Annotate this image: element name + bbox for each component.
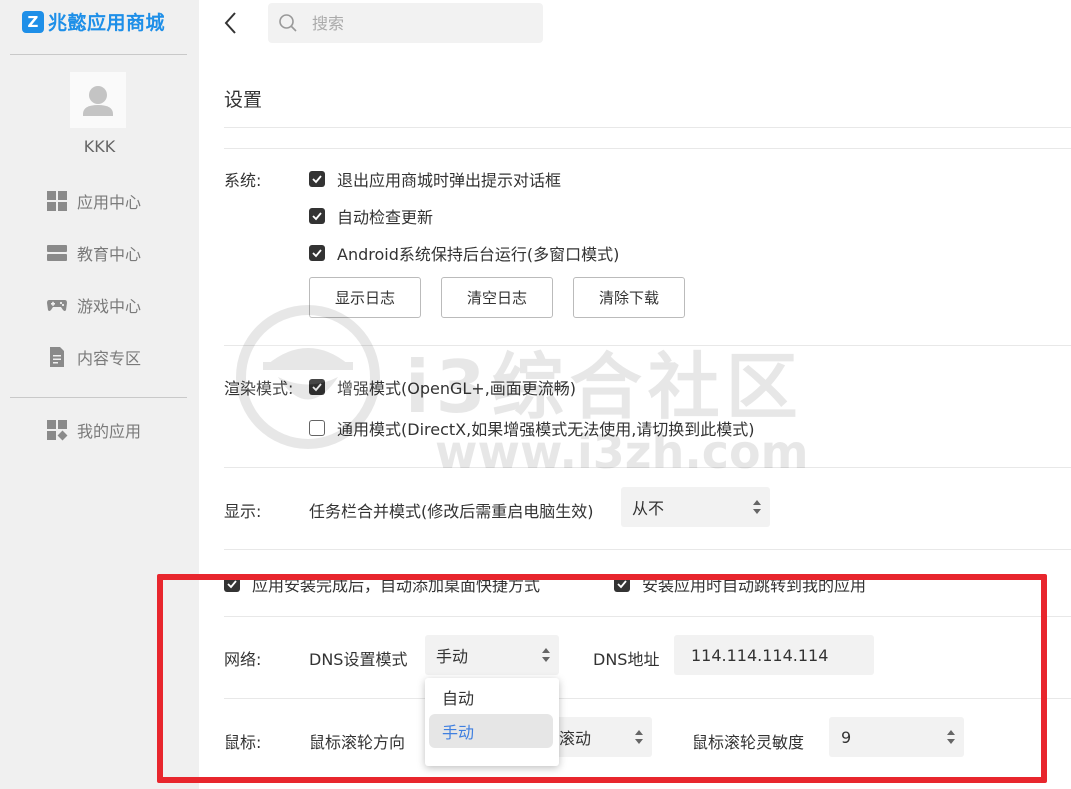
app-title: 兆懿应用商城 xyxy=(48,12,166,34)
sidebar-divider xyxy=(10,54,187,55)
network-label: 网络: xyxy=(224,650,262,669)
desktop-shortcut-checkbox[interactable]: 应用安装完成后，自动添加桌面快捷方式 xyxy=(224,572,540,596)
checkbox-checked-icon xyxy=(309,208,325,224)
search-icon xyxy=(279,14,297,32)
grid-icon xyxy=(46,190,68,212)
mouse-label: 鼠标: xyxy=(224,733,262,752)
sidebar-item-label: 游戏中心 xyxy=(77,297,142,316)
divider xyxy=(224,616,1071,617)
scroll-direction-label: 鼠标滚轮方向 xyxy=(309,733,406,752)
checkbox-checked-icon xyxy=(224,576,240,592)
sidebar-item-label: 应用中心 xyxy=(77,193,142,212)
sidebar-item-games[interactable]: 游戏中心 xyxy=(46,293,141,317)
search-input[interactable] xyxy=(312,13,512,33)
scroll-sensitivity-label: 鼠标滚轮灵敏度 xyxy=(692,733,805,752)
checkbox-checked-icon xyxy=(614,576,630,592)
checkbox-label: 增强模式(OpenGL+,画面更流畅) xyxy=(337,379,577,398)
clear-download-button[interactable]: 清除下载 xyxy=(573,277,685,318)
back-button[interactable] xyxy=(220,10,244,36)
dns-mode-dropdown: 自动 手动 xyxy=(425,678,559,766)
checkbox-label: 安装应用时自动跳转到我的应用 xyxy=(642,576,867,595)
select-value: 手动 xyxy=(436,647,469,666)
document-icon xyxy=(46,346,68,368)
exit-prompt-checkbox[interactable]: 退出应用商城时弹出提示对话框 xyxy=(309,167,561,191)
divider xyxy=(224,549,1071,550)
sidebar-item-education[interactable]: 教育中心 xyxy=(46,241,141,265)
divider xyxy=(224,345,1071,346)
dns-address-value: 114.114.114.114 xyxy=(691,645,829,665)
divider xyxy=(224,467,1071,468)
divider xyxy=(224,698,1071,699)
checkbox-label: 应用安装完成后，自动添加桌面快捷方式 xyxy=(252,576,541,595)
page-title: 设置 xyxy=(224,89,263,111)
checkbox-label: 通用模式(DirectX,如果增强模式无法使用,请切换到此模式) xyxy=(337,420,755,439)
sidebar-item-label: 内容专区 xyxy=(77,349,142,368)
sort-arrows-icon xyxy=(947,730,955,744)
user-avatar-icon xyxy=(83,86,113,116)
system-label: 系统: xyxy=(224,171,262,190)
sidebar: Z 兆懿应用商城 KKK 应用中心 教育中心 游戏中心 内容专区 我的应用 xyxy=(0,0,199,789)
dropdown-option-auto[interactable]: 自动 xyxy=(425,680,559,714)
taskbar-merge-label: 任务栏合并模式(修改后需重启电脑生效) xyxy=(309,502,594,521)
show-log-button[interactable]: 显示日志 xyxy=(309,277,421,318)
sidebar-item-apps-center[interactable]: 应用中心 xyxy=(46,189,141,213)
username: KKK xyxy=(83,137,116,156)
checkbox-checked-icon xyxy=(309,245,325,261)
auto-update-checkbox[interactable]: 自动检查更新 xyxy=(309,204,433,228)
select-value: 9 xyxy=(841,727,852,747)
divider xyxy=(224,148,1071,149)
gamepad-icon xyxy=(46,294,68,316)
avatar[interactable] xyxy=(70,72,126,128)
sidebar-item-content[interactable]: 内容专区 xyxy=(46,345,141,369)
jump-to-my-apps-checkbox[interactable]: 安装应用时自动跳转到我的应用 xyxy=(614,572,866,596)
select-value: 从不 xyxy=(632,499,665,518)
sort-arrows-icon xyxy=(542,648,550,662)
android-background-checkbox[interactable]: Android系统保持后台运行(多窗口模式) xyxy=(309,241,619,265)
checkbox-checked-icon xyxy=(309,379,325,395)
scroll-sensitivity-select[interactable]: 9 xyxy=(829,717,964,757)
dropdown-option-manual[interactable]: 手动 xyxy=(429,714,553,748)
sidebar-item-label: 教育中心 xyxy=(77,245,142,264)
app-logo[interactable]: Z 兆懿应用商城 xyxy=(22,8,165,35)
checkbox-checked-icon xyxy=(309,171,325,187)
sidebar-item-my-apps[interactable]: 我的应用 xyxy=(46,418,141,442)
render-mode-label: 渲染模式: xyxy=(224,379,294,398)
taskbar-merge-select[interactable]: 从不 xyxy=(621,487,770,527)
dns-address-field[interactable]: 114.114.114.114 xyxy=(674,635,874,675)
apps-icon xyxy=(46,419,68,441)
select-value: 滚动 xyxy=(559,729,592,748)
clear-log-button[interactable]: 清空日志 xyxy=(441,277,553,318)
sort-arrows-icon xyxy=(635,730,643,744)
dns-mode-label: DNS设置模式 xyxy=(309,650,408,669)
search-box[interactable] xyxy=(268,3,543,43)
checkbox-unchecked-icon xyxy=(309,420,325,436)
chevron-left-icon xyxy=(224,12,236,34)
display-label: 显示: xyxy=(224,502,262,521)
book-icon xyxy=(46,242,68,264)
sidebar-item-label: 我的应用 xyxy=(77,422,142,441)
dns-mode-select[interactable]: 手动 xyxy=(425,635,559,675)
generic-mode-checkbox[interactable]: 通用模式(DirectX,如果增强模式无法使用,请切换到此模式) xyxy=(309,416,755,440)
sidebar-divider xyxy=(10,397,187,398)
checkbox-label: 自动检查更新 xyxy=(337,208,434,227)
logo-mark-icon: Z xyxy=(22,10,44,33)
sort-arrows-icon xyxy=(753,500,761,514)
enhanced-mode-checkbox[interactable]: 增强模式(OpenGL+,画面更流畅) xyxy=(309,375,576,399)
divider xyxy=(224,127,1071,128)
checkbox-label: 退出应用商城时弹出提示对话框 xyxy=(337,171,562,190)
checkbox-label: Android系统保持后台运行(多窗口模式) xyxy=(337,245,620,264)
dns-address-label: DNS地址 xyxy=(593,650,660,669)
